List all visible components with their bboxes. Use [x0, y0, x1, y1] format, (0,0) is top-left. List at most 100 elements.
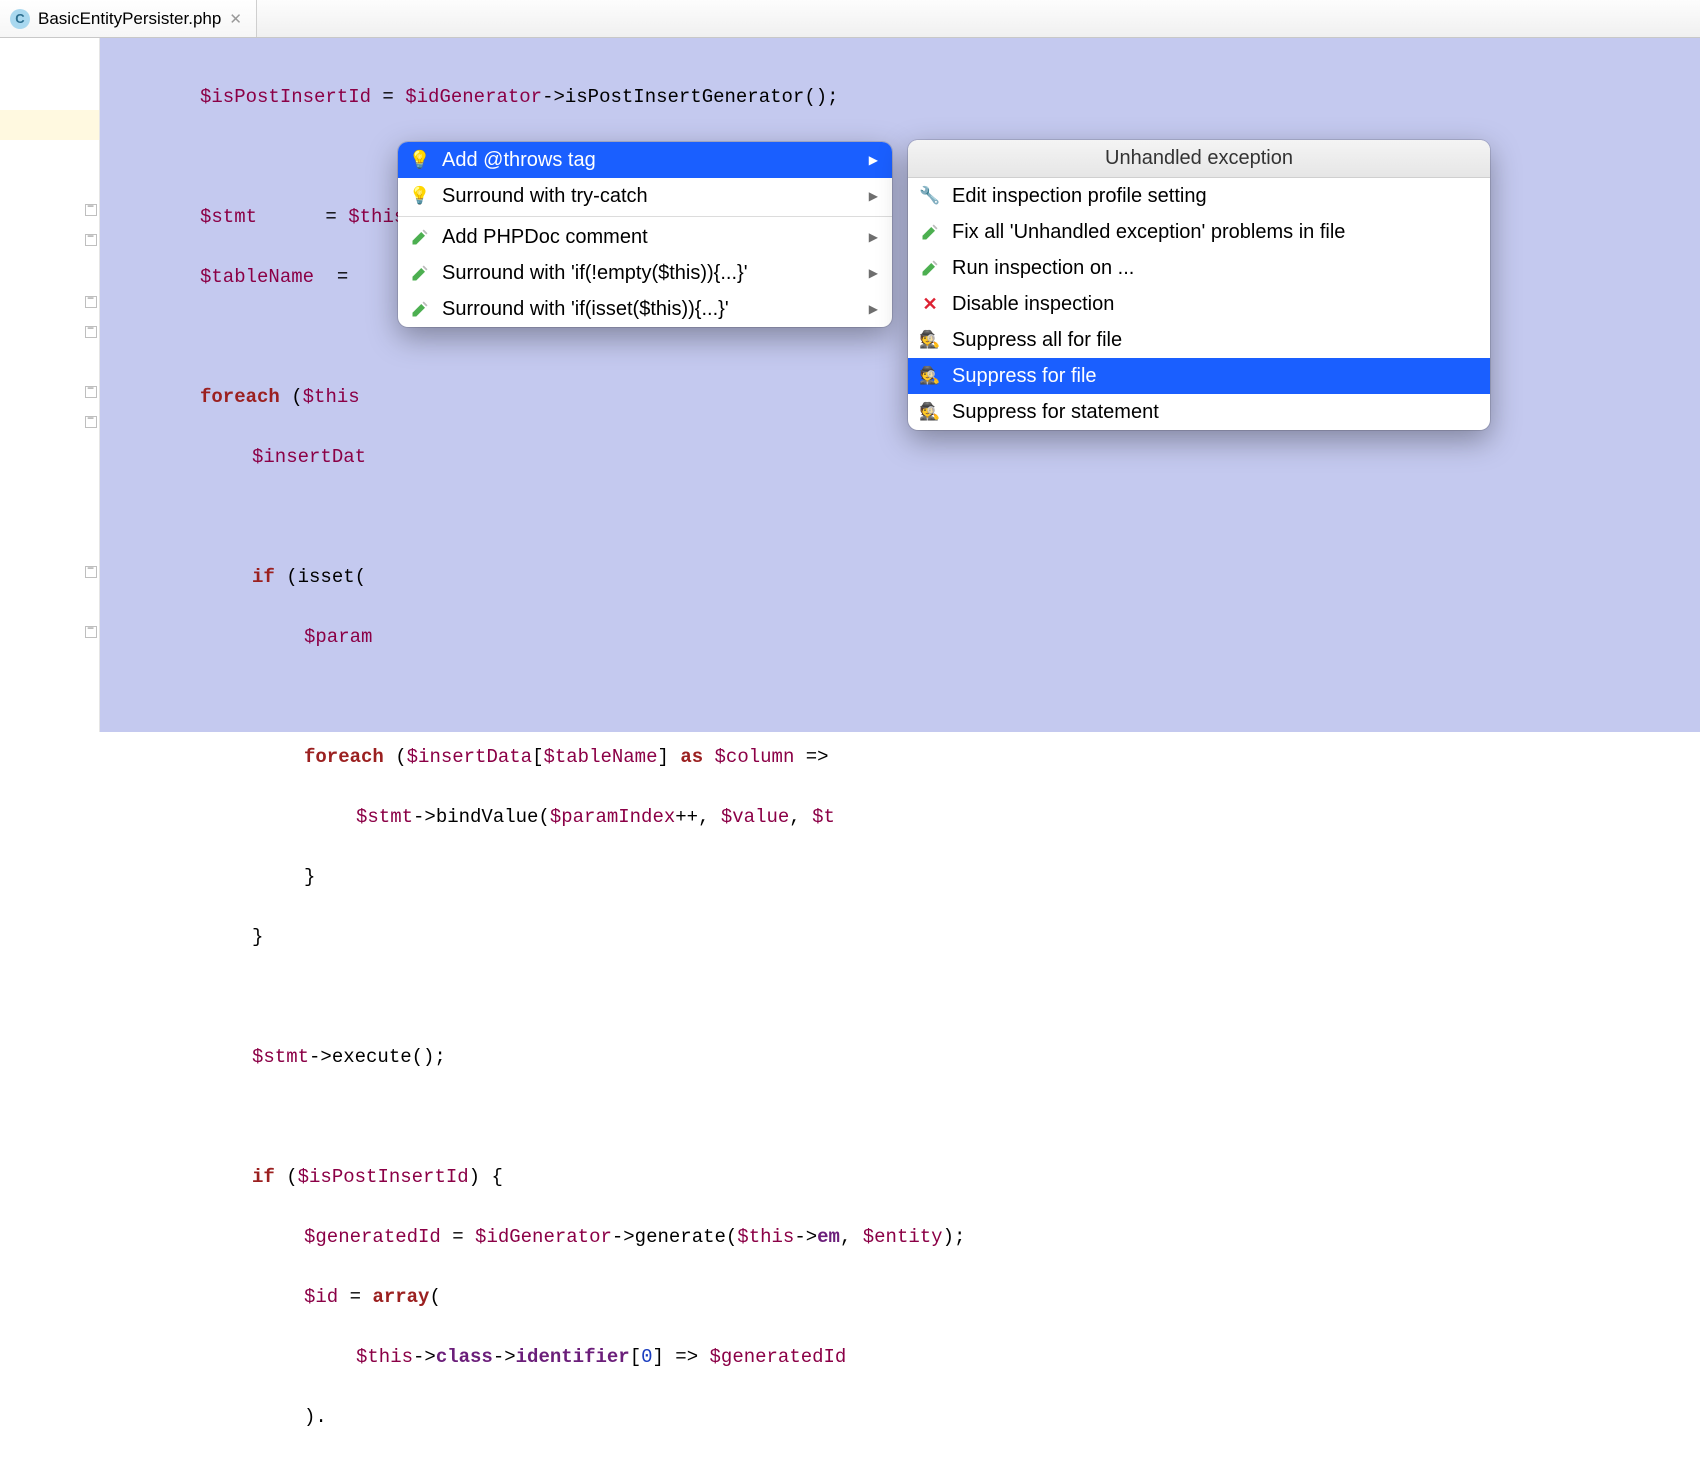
pencil-icon: [410, 299, 430, 319]
code-token: $column: [715, 746, 795, 768]
code-token: $this: [303, 386, 360, 408]
suppress-icon: 🕵️: [920, 366, 940, 386]
code-token: (: [384, 746, 407, 768]
close-icon[interactable]: ✕: [229, 10, 242, 28]
fold-handle-icon[interactable]: [85, 626, 97, 638]
close-x-icon: ✕: [920, 294, 940, 314]
editor-tab[interactable]: C BasicEntityPersister.php ✕: [0, 0, 257, 37]
code-token: ]: [658, 746, 681, 768]
code-token: $t: [812, 806, 835, 828]
editor-gutter: [0, 38, 100, 732]
action-disable-inspection[interactable]: ✕ Disable inspection: [908, 286, 1490, 322]
intention-actions-popup: 💡 Add @throws tag ▶ 💡 Surround with try-…: [398, 142, 892, 327]
code-token: identifier: [516, 1346, 630, 1368]
code-token: foreach: [304, 746, 384, 768]
pencil-icon: [410, 263, 430, 283]
code-token: $value: [721, 806, 789, 828]
fold-handle-icon[interactable]: [85, 386, 97, 398]
action-label: Suppress for statement: [952, 401, 1159, 424]
code-token: $insertData: [407, 746, 532, 768]
popup-title-label: Unhandled exception: [1105, 147, 1293, 170]
inspection-submenu-popup: Unhandled exception 🔧 Edit inspection pr…: [908, 140, 1490, 430]
code-token: (: [275, 1166, 298, 1188]
submenu-arrow-icon: ▶: [869, 302, 878, 316]
code-token: ] =>: [653, 1346, 710, 1368]
pencil-icon: [410, 227, 430, 247]
code-token: ,: [840, 1226, 863, 1248]
code-token: );: [943, 1226, 966, 1248]
submenu-arrow-icon: ▶: [869, 230, 878, 244]
code-token: $this: [737, 1226, 794, 1248]
code-token: [703, 746, 714, 768]
suppress-icon: 🕵️: [920, 402, 940, 422]
fold-handle-icon[interactable]: [85, 416, 97, 428]
code-token: $insertDat: [252, 446, 366, 468]
intention-surround-if-isset[interactable]: Surround with 'if(isset($this)){...}' ▶: [398, 291, 892, 327]
action-suppress-all-for-file[interactable]: 🕵️ Suppress all for file: [908, 322, 1490, 358]
code-token: em: [817, 1226, 840, 1248]
action-label: Disable inspection: [952, 293, 1114, 316]
code-token: as: [680, 746, 703, 768]
action-label: Edit inspection profile setting: [952, 185, 1207, 208]
wrench-icon: 🔧: [920, 186, 940, 206]
fold-handle-icon[interactable]: [85, 296, 97, 308]
fold-handle-icon[interactable]: [85, 566, 97, 578]
code-token: (: [429, 1286, 440, 1308]
file-type-icon: C: [10, 9, 30, 29]
code-token: }: [304, 866, 315, 888]
pencil-icon: [920, 222, 940, 242]
action-label: Suppress all for file: [952, 329, 1122, 352]
fold-handle-icon[interactable]: [85, 204, 97, 216]
code-token: $tableName: [543, 746, 657, 768]
code-token: (isset(: [275, 566, 366, 588]
code-token: $this: [356, 1346, 413, 1368]
code-token: if: [252, 566, 275, 588]
code-token: ->isPostInsertGenerator();: [542, 86, 838, 108]
code-token: ->generate(: [612, 1226, 737, 1248]
code-token: $param: [304, 626, 372, 648]
gutter-highlight: [0, 110, 99, 140]
code-token: =: [257, 206, 348, 228]
action-suppress-for-statement[interactable]: 🕵️ Suppress for statement: [908, 394, 1490, 430]
intention-add-throws-tag[interactable]: 💡 Add @throws tag ▶: [398, 142, 892, 178]
code-token: $isPostInsertId: [200, 86, 371, 108]
submenu-arrow-icon: ▶: [869, 153, 878, 167]
code-token: $isPostInsertId: [298, 1166, 469, 1188]
popup-title: Unhandled exception: [908, 140, 1490, 178]
action-fix-all-in-file[interactable]: Fix all 'Unhandled exception' problems i…: [908, 214, 1490, 250]
action-label: Suppress for file: [952, 365, 1097, 388]
editor-tab-bar: C BasicEntityPersister.php ✕: [0, 0, 1700, 38]
code-token: ->: [413, 1346, 436, 1368]
action-suppress-for-file[interactable]: 🕵️ Suppress for file: [908, 358, 1490, 394]
code-token: array: [372, 1286, 429, 1308]
fold-handle-icon[interactable]: [85, 326, 97, 338]
code-token: foreach: [200, 386, 280, 408]
fold-handle-icon[interactable]: [85, 234, 97, 246]
code-token: ->: [794, 1226, 817, 1248]
code-token: $stmt: [356, 806, 413, 828]
code-token: $id: [304, 1286, 338, 1308]
lightbulb-icon: 💡: [410, 150, 430, 170]
suppress-icon: 🕵️: [920, 330, 940, 350]
intention-add-phpdoc[interactable]: Add PHPDoc comment ▶: [398, 219, 892, 255]
intention-surround-if-empty[interactable]: Surround with 'if(!empty($this)){...}' ▶: [398, 255, 892, 291]
submenu-arrow-icon: ▶: [869, 266, 878, 280]
submenu-arrow-icon: ▶: [869, 189, 878, 203]
code-token: }: [252, 926, 263, 948]
action-run-inspection-on[interactable]: Run inspection on ...: [908, 250, 1490, 286]
code-token: $idGenerator: [405, 86, 542, 108]
code-token: $stmt: [252, 1046, 309, 1068]
lightbulb-icon: 💡: [410, 186, 430, 206]
intention-label: Add PHPDoc comment: [442, 226, 648, 249]
code-token: ,: [789, 806, 812, 828]
code-token: 0: [641, 1346, 652, 1368]
code-token: $idGenerator: [475, 1226, 612, 1248]
intention-surround-try-catch[interactable]: 💡 Surround with try-catch ▶: [398, 178, 892, 214]
code-token: =: [371, 86, 405, 108]
action-edit-inspection-profile[interactable]: 🔧 Edit inspection profile setting: [908, 178, 1490, 214]
intention-label: Surround with 'if(isset($this)){...}': [442, 298, 729, 321]
code-token: if: [252, 1166, 275, 1188]
code-token: ->execute();: [309, 1046, 446, 1068]
code-token: ).: [304, 1406, 327, 1428]
code-token: ) {: [469, 1166, 503, 1188]
